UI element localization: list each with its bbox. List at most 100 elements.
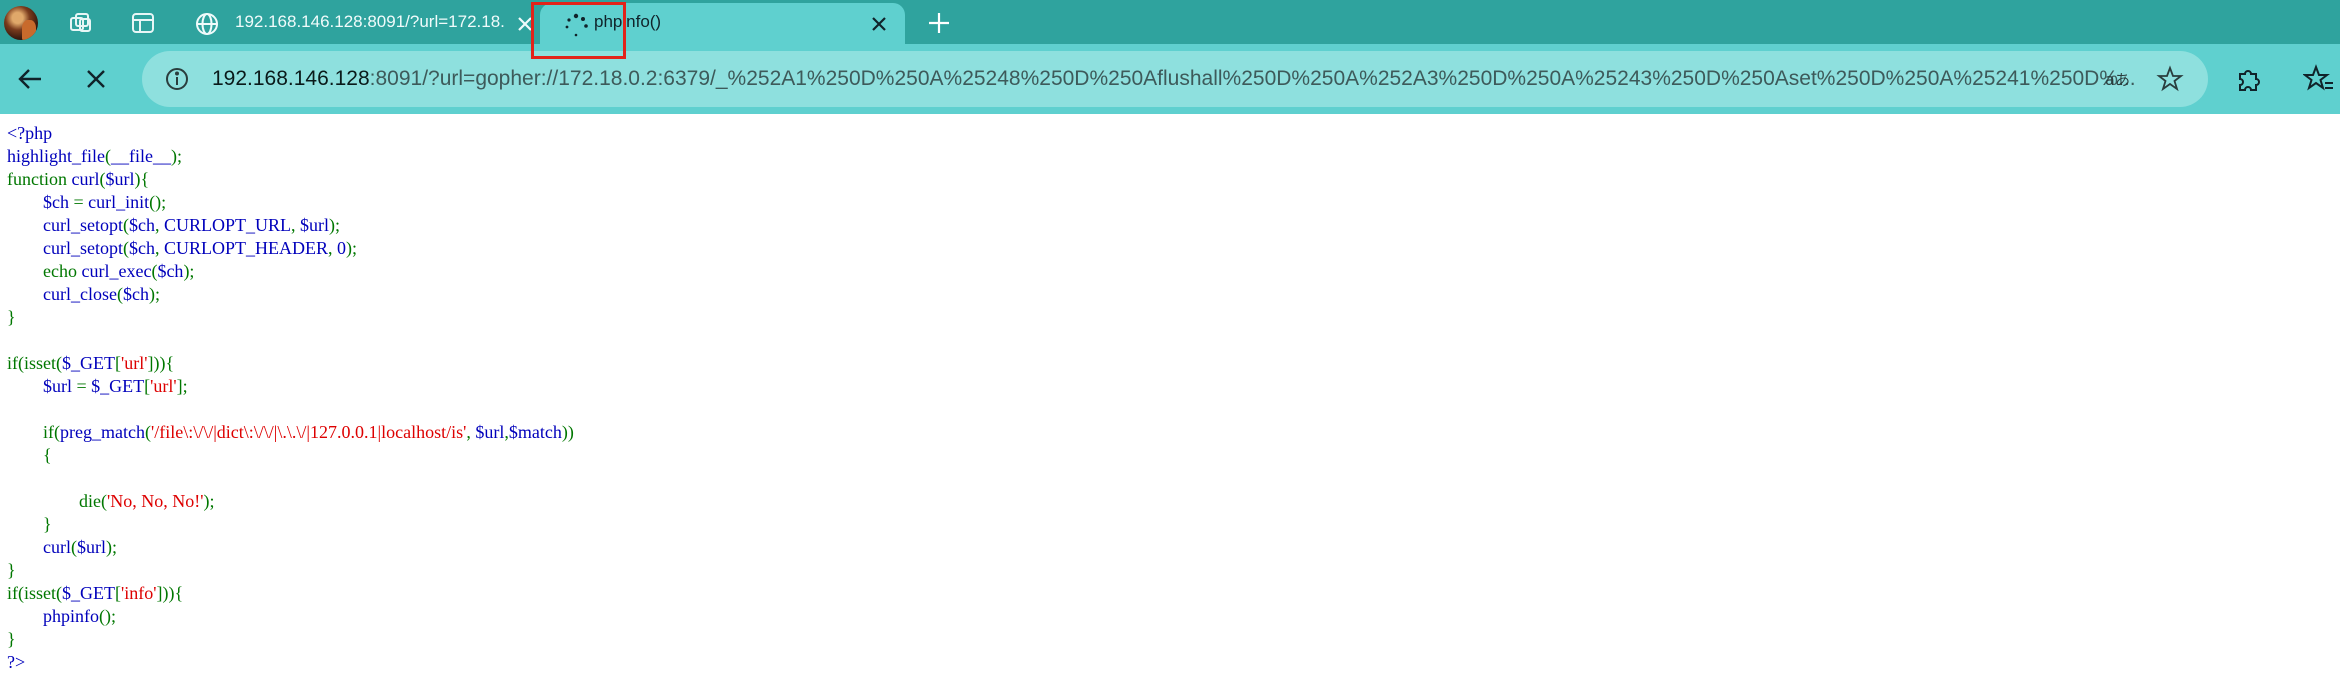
code-line: highlight_file(__file__); [7, 145, 574, 168]
code-token: , [466, 422, 476, 442]
new-tab-button[interactable] [925, 9, 953, 37]
code-token: ])){ [156, 583, 184, 603]
url-rest: :8091/?url=gopher://172.18.0.2:6379/_%25… [369, 67, 2136, 90]
code-token: ); [171, 146, 182, 166]
star-icon[interactable] [2156, 65, 2184, 93]
code-line: } [7, 628, 574, 651]
code-token: $url [105, 169, 135, 189]
code-token: } [7, 514, 52, 534]
code-line: } [7, 513, 574, 536]
code-token: if( [43, 422, 60, 442]
code-line: function curl($url){ [7, 168, 574, 191]
vertical-tabs-icon[interactable] [130, 10, 156, 36]
close-tab-icon[interactable] [513, 12, 537, 36]
code-token: $ch [157, 261, 184, 281]
code-token: die( [79, 491, 107, 511]
back-arrow-icon[interactable] [14, 63, 46, 95]
code-line: die('No, No, No!'); [7, 490, 574, 513]
code-token: ])){ [147, 353, 175, 373]
code-token: ); [329, 215, 340, 235]
workspaces-icon[interactable] [68, 10, 94, 36]
code-token: $ch [43, 192, 74, 212]
code-token: } [7, 629, 16, 649]
code-token: curl_exec [81, 261, 152, 281]
tab-strip: 192.168.146.128:8091/?url=172.18. phpinf… [0, 0, 2340, 44]
code-token: curl [71, 169, 100, 189]
loading-spinner-icon [563, 13, 589, 39]
puzzle-icon[interactable] [2233, 63, 2265, 95]
code-token: curl_setopt [43, 238, 123, 258]
code-token: highlight_file [7, 146, 105, 166]
favorites-icon[interactable] [2302, 63, 2335, 95]
url-host: 192.168.146.128 [212, 67, 370, 90]
code-token: echo [43, 261, 82, 281]
code-token: $_GET [61, 353, 115, 373]
code-token: 'url' [150, 376, 177, 396]
code-token: )) [561, 422, 574, 442]
code-token: (); [99, 606, 116, 626]
info-icon[interactable] [164, 66, 190, 92]
code-token: $match [508, 422, 562, 442]
code-token: 0 [337, 238, 346, 258]
globe-icon [194, 11, 220, 37]
code-token: $_GET [91, 376, 145, 396]
code-line: curl_setopt($ch, CURLOPT_URL, $url); [7, 214, 574, 237]
tab-title: 192.168.146.128:8091/?url=172.18. [235, 12, 505, 31]
code-line: <?php [7, 122, 574, 145]
code-line: $ch = curl_init(); [7, 191, 574, 214]
code-line: if(isset($_GET['info'])){ [7, 582, 574, 605]
code-token: $ch [122, 284, 149, 304]
code-token: , [291, 215, 300, 235]
tab-title: phpinfo() [594, 12, 662, 31]
code-token: , [328, 238, 337, 258]
code-line: } [7, 306, 574, 329]
code-line: ?> [7, 651, 574, 674]
code-token: $url [76, 537, 106, 557]
code-token: = [76, 376, 92, 396]
code-token: if(isset( [7, 583, 62, 603]
code-line: } [7, 559, 574, 582]
code-token: ?> [7, 652, 26, 672]
code-token: ); [105, 537, 117, 557]
profile-avatar[interactable] [4, 6, 38, 40]
svg-text:あ: あ [2115, 71, 2130, 89]
tab-inactive[interactable]: 192.168.146.128:8091/?url=172.18. [180, 3, 535, 44]
code-token: function [7, 169, 72, 189]
code-token: ]; [176, 376, 188, 396]
code-line: { [7, 444, 574, 467]
code-line: phpinfo(); [7, 605, 574, 628]
code-token: $url [43, 376, 77, 396]
code-token: = [73, 192, 89, 212]
close-tab-icon[interactable] [867, 12, 891, 36]
code-token: ){ [134, 169, 150, 189]
read-aloud-icon[interactable]: a あ [2104, 65, 2132, 93]
code-token: if(isset( [7, 353, 62, 373]
code-token: CURLOPT_URL [163, 215, 291, 235]
code-line: curl($url); [7, 536, 574, 559]
code-token: curl_setopt [43, 215, 123, 235]
tab-active[interactable]: phpinfo() [540, 3, 905, 44]
code-token: , [154, 238, 164, 258]
browser-toolbar: 192.168.146.128:8091/?url=gopher://172.1… [0, 44, 2340, 114]
address-bar[interactable]: 192.168.146.128:8091/?url=gopher://172.1… [142, 51, 2208, 107]
stop-loading-icon[interactable] [80, 63, 112, 95]
code-token: 'No, No, No!' [106, 491, 204, 511]
url-text[interactable]: 192.168.146.128:8091/?url=gopher://172.1… [212, 67, 2202, 91]
code-token: $ch [128, 215, 155, 235]
code-line: if(isset($_GET['url'])){ [7, 352, 574, 375]
code-token: curl [43, 537, 71, 557]
code-token: { [7, 445, 52, 465]
code-token: $url [300, 215, 329, 235]
code-token: , [154, 215, 164, 235]
code-line: if(preg_match('/file\:\/\/|dict\:\/\/|\.… [7, 421, 574, 444]
code-token: $_GET [61, 583, 115, 603]
code-token: ); [148, 284, 160, 304]
code-token: ); [183, 261, 195, 281]
code-token: curl_init [88, 192, 150, 212]
